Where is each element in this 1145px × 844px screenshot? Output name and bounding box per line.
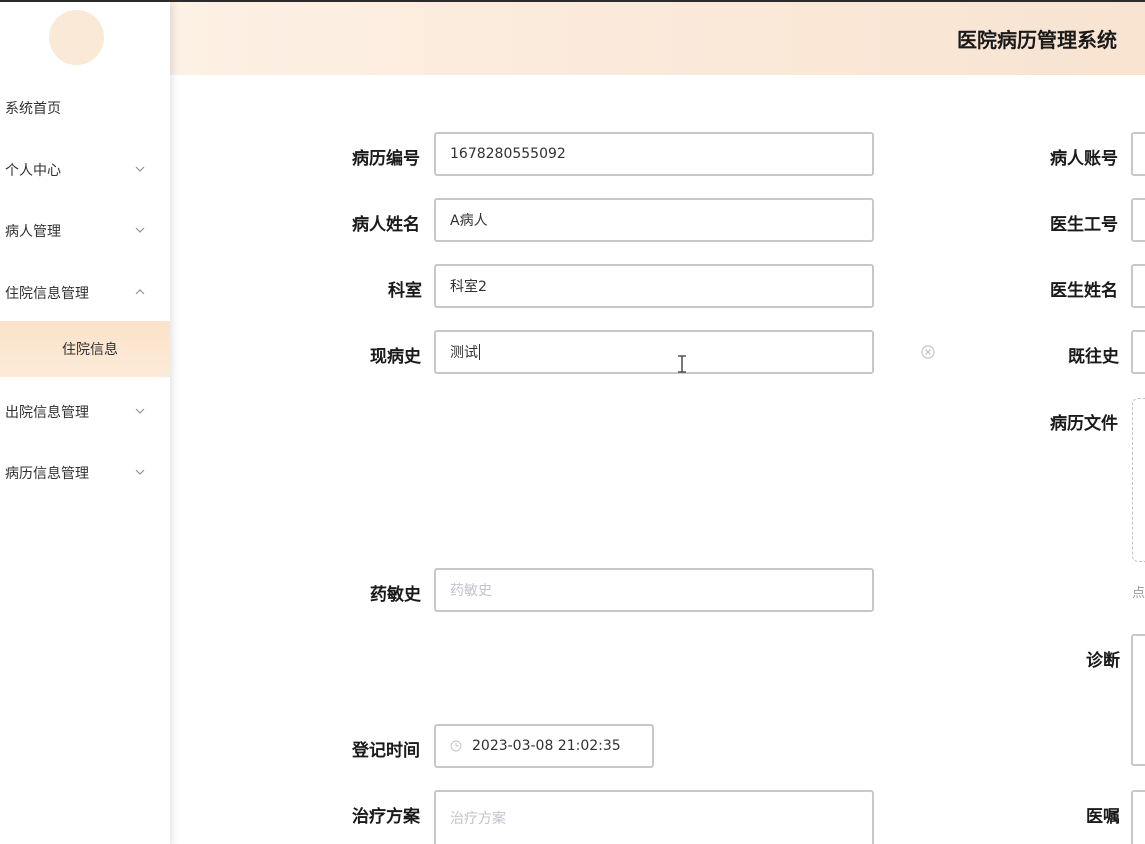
patient-name-value: A病人 bbox=[450, 213, 488, 229]
sidebar-item-label: 住院信息管理 bbox=[5, 286, 89, 302]
doctor-name-input[interactable] bbox=[1131, 264, 1145, 308]
department-value: 科室2 bbox=[450, 279, 487, 295]
present-illness-value: 测试 bbox=[450, 345, 478, 361]
register-time-value: 2023-03-08 21:02:35 bbox=[472, 738, 621, 754]
sidebar-item-label: 出院信息管理 bbox=[5, 405, 89, 421]
upload-hint: 点 bbox=[1132, 586, 1145, 601]
register-time-label: 登记时间 bbox=[352, 741, 420, 761]
text-cursor-icon bbox=[676, 355, 688, 373]
sidebar-subitem-label: 住院信息 bbox=[62, 342, 118, 358]
sidebar-item-label: 个人中心 bbox=[5, 163, 61, 179]
circle-close-icon[interactable] bbox=[921, 344, 935, 359]
sidebar-item-label: 系统首页 bbox=[5, 101, 61, 117]
register-time-picker[interactable]: 2023-03-08 21:02:35 bbox=[434, 724, 654, 768]
sidebar-item-label: 病人管理 bbox=[5, 224, 61, 240]
record-file-label: 病历文件 bbox=[1050, 414, 1118, 434]
department-label: 科室 bbox=[388, 281, 422, 301]
sidebar-item-label: 病历信息管理 bbox=[5, 466, 89, 482]
sidebar: 系统首页 个人中心 病人管理 住院信息管理 住院信息 出院信息管理 病历信息管理 bbox=[0, 2, 170, 844]
app-window: 系统首页 个人中心 病人管理 住院信息管理 住院信息 出院信息管理 病历信息管理… bbox=[0, 0, 1145, 844]
present-illness-input[interactable]: 测试 bbox=[434, 330, 874, 374]
doctor-advice-label: 医嘱 bbox=[1086, 807, 1120, 827]
diagnosis-textarea[interactable] bbox=[1131, 634, 1145, 766]
sidebar-item-patient-management[interactable]: 病人管理 bbox=[0, 211, 170, 251]
present-illness-label: 现病史 bbox=[370, 347, 421, 367]
doctor-advice-textarea[interactable] bbox=[1131, 790, 1145, 844]
sidebar-item-inpatient-management[interactable]: 住院信息管理 bbox=[0, 273, 170, 313]
chevron-up-icon bbox=[135, 287, 145, 297]
treatment-plan-placeholder: 治疗方案 bbox=[450, 811, 506, 827]
doctor-id-input[interactable] bbox=[1131, 198, 1145, 242]
diagnosis-label: 诊断 bbox=[1086, 651, 1120, 671]
sidebar-item-discharge-management[interactable]: 出院信息管理 bbox=[0, 392, 170, 432]
past-history-label: 既往史 bbox=[1068, 347, 1119, 367]
avatar[interactable] bbox=[49, 10, 104, 65]
patient-name-label: 病人姓名 bbox=[352, 215, 420, 235]
doctor-name-label: 医生姓名 bbox=[1050, 281, 1118, 301]
clock-icon bbox=[450, 740, 462, 752]
drug-allergy-label: 药敏史 bbox=[370, 585, 421, 605]
record-no-value: 1678280555092 bbox=[450, 146, 566, 162]
sidebar-item-record-management[interactable]: 病历信息管理 bbox=[0, 453, 170, 493]
chevron-down-icon bbox=[135, 164, 145, 174]
chevron-down-icon bbox=[135, 406, 145, 416]
record-no-input[interactable]: 1678280555092 bbox=[434, 132, 874, 176]
record-file-upload[interactable] bbox=[1132, 398, 1145, 562]
text-caret bbox=[479, 344, 480, 360]
treatment-plan-textarea[interactable]: 治疗方案 bbox=[434, 790, 874, 844]
treatment-plan-label: 治疗方案 bbox=[352, 807, 420, 827]
top-header: 医院病历管理系统 bbox=[170, 2, 1145, 75]
department-select[interactable]: 科室2 bbox=[434, 264, 874, 308]
doctor-id-label: 医生工号 bbox=[1050, 215, 1118, 235]
app-title: 医院病历管理系统 bbox=[957, 28, 1117, 52]
patient-account-input[interactable] bbox=[1131, 132, 1145, 176]
past-history-input[interactable] bbox=[1131, 330, 1145, 374]
sidebar-item-home[interactable]: 系统首页 bbox=[0, 88, 170, 128]
sidebar-item-personal-center[interactable]: 个人中心 bbox=[0, 150, 170, 190]
patient-name-input[interactable]: A病人 bbox=[434, 198, 874, 242]
drug-allergy-input[interactable]: 药敏史 bbox=[434, 568, 874, 612]
sidebar-subitem-inpatient-info[interactable]: 住院信息 bbox=[0, 321, 170, 377]
drug-allergy-placeholder: 药敏史 bbox=[450, 583, 492, 599]
chevron-down-icon bbox=[135, 467, 145, 477]
chevron-down-icon bbox=[135, 225, 145, 235]
record-no-label: 病历编号 bbox=[352, 149, 420, 169]
patient-account-label: 病人账号 bbox=[1050, 149, 1118, 169]
